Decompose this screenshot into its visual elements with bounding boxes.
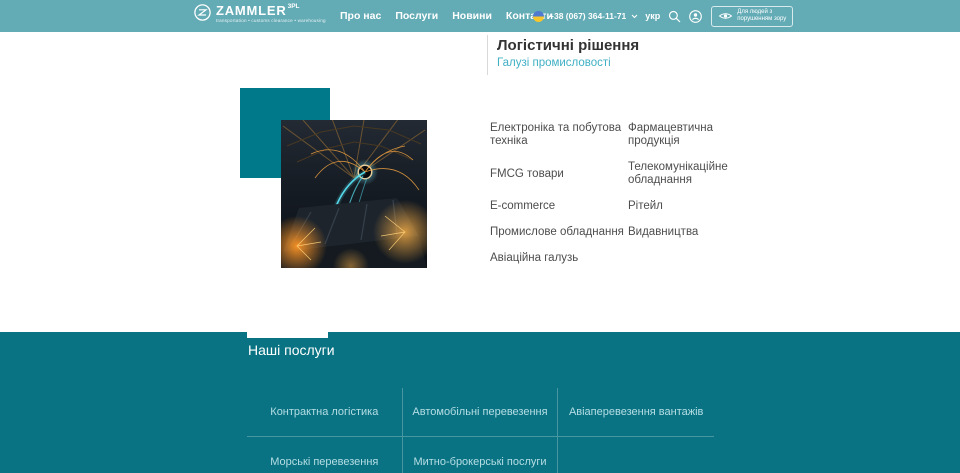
- industry-row: Електроніка та побутова техніка Фармацев…: [490, 122, 750, 148]
- phone-number-link[interactable]: +38 (067) 364-11-71: [549, 11, 626, 21]
- industry-item[interactable]: Промислове обладнання: [490, 226, 628, 239]
- industry-item[interactable]: Видавництва: [628, 226, 746, 239]
- footer-service-link[interactable]: Авіаперевезення вантажів: [558, 388, 714, 437]
- industry-item[interactable]: Рітейл: [628, 200, 746, 213]
- nav-item[interactable]: Новини: [452, 10, 492, 22]
- industry-item[interactable]: Електроніка та побутова техніка: [490, 122, 628, 148]
- top-navigation-bar: ZAMMLER 3PL transportation • customs cle…: [0, 0, 960, 32]
- header-utilities: +38 (067) 364-11-71 укр Для людей з пору…: [533, 0, 793, 32]
- accessibility-button-line2: порушенням зору: [737, 16, 786, 23]
- industry-item[interactable]: Авіаційна галузь: [490, 252, 628, 265]
- user-icon[interactable]: [689, 10, 702, 23]
- industry-item[interactable]: Фармацевтична продукція: [628, 122, 746, 148]
- language-selector[interactable]: укр: [645, 11, 660, 21]
- zammler-logo[interactable]: ZAMMLER 3PL transportation • customs cle…: [194, 4, 335, 26]
- industry-row: FMCG товари Телекомунікаційне обладнання: [490, 161, 750, 187]
- footer-service-link[interactable]: Контрактна логістика: [247, 388, 403, 437]
- industry-item[interactable]: E-commerce: [490, 200, 628, 213]
- page-title: Логістичні рішення: [497, 37, 639, 54]
- white-decor-notch: [247, 316, 328, 338]
- footer-services-grid: Контрактна логістикаАвтомобільні перевез…: [247, 388, 714, 473]
- eye-icon: [718, 9, 733, 24]
- accessibility-mode-button[interactable]: Для людей з порушенням зору: [711, 6, 793, 27]
- page: ZAMMLER 3PL transportation • customs cle…: [0, 0, 960, 473]
- industries-section-link[interactable]: Галузі промисловості: [497, 57, 611, 69]
- industry-row: E-commerce Рітейл: [490, 200, 750, 213]
- industry-item[interactable]: FMCG товари: [490, 168, 628, 181]
- industry-row: Авіаційна галузь: [490, 252, 750, 265]
- footer-service-link[interactable]: Автомобільні перевезення: [403, 388, 559, 437]
- accessibility-button-line1: Для людей з: [737, 9, 786, 16]
- logo-brand-text: ZAMMLER: [216, 4, 287, 17]
- footer-service-link[interactable]: Морські перевезення: [247, 437, 403, 473]
- industries-list: Електроніка та побутова техніка Фармацев…: [490, 122, 750, 278]
- industry-photo: [281, 120, 427, 268]
- nav-item[interactable]: Послуги: [395, 10, 438, 22]
- footer-services-heading: Наші послуги: [248, 342, 335, 358]
- footer-service-link[interactable]: Митно-брокерські послуги: [403, 437, 559, 473]
- footer-service-link[interactable]: [558, 437, 714, 473]
- industry-row: Промислове обладнання Видавництва: [490, 226, 750, 239]
- logo-3pl-superscript: 3PL: [288, 4, 300, 11]
- chevron-down-icon[interactable]: [631, 14, 638, 19]
- title-left-divider: [487, 35, 488, 75]
- ukraine-flag-icon: [533, 11, 544, 22]
- main-nav: Про насПослугиНовиниКонтакти: [340, 0, 553, 32]
- industry-item[interactable]: Телекомунікаційне обладнання: [628, 161, 746, 187]
- logo-tagline: transportation • customs clearance • war…: [216, 19, 326, 24]
- nav-item[interactable]: Про нас: [340, 10, 381, 22]
- search-icon[interactable]: [668, 10, 681, 23]
- zammler-logo-icon: [194, 4, 211, 26]
